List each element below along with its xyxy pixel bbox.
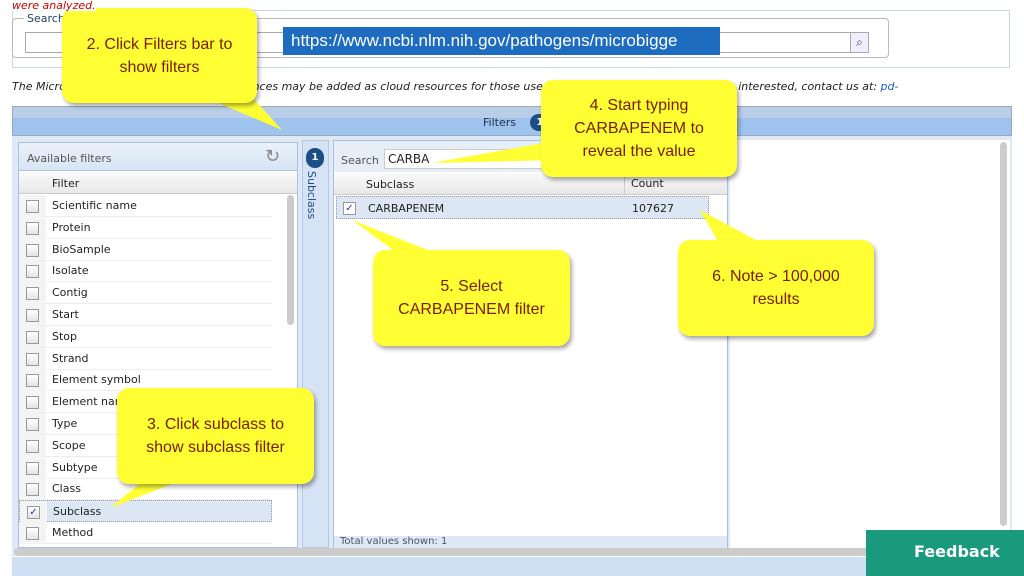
- search-icon: ⌕: [856, 35, 863, 49]
- search-button[interactable]: ⌕: [850, 32, 869, 53]
- info-text-end: are interested, contact us at:: [716, 80, 881, 93]
- filter-checkbox[interactable]: ✓: [27, 506, 40, 520]
- filter-item[interactable]: Strand: [19, 347, 272, 370]
- panel-header: Available filters ↻: [19, 143, 297, 171]
- filter-checkbox[interactable]: [26, 396, 39, 410]
- filter-checkbox[interactable]: [26, 439, 39, 453]
- row-checkbox[interactable]: ✓: [343, 202, 356, 215]
- url-banner: https://www.ncbi.nlm.nih.gov/pathogens/m…: [283, 27, 720, 55]
- filter-item[interactable]: Method: [19, 522, 272, 544]
- info-text-start: The Micro: [12, 80, 66, 93]
- callout-5: 5. Select CARBAPENEM filter: [373, 250, 570, 346]
- filter-label: Type: [52, 417, 78, 430]
- filter-item[interactable]: Protein: [19, 216, 272, 239]
- filter-checkbox[interactable]: [26, 330, 39, 344]
- callout-6: 6. Note > 100,000 results: [678, 240, 874, 336]
- filter-item[interactable]: Contig: [19, 282, 272, 305]
- filter-label: Isolate: [52, 264, 89, 278]
- active-filter-label: Subclass: [305, 171, 318, 220]
- panel-title: Available filters: [27, 152, 112, 165]
- contact-link[interactable]: pd-: [881, 80, 899, 93]
- filter-item[interactable]: BioSample: [19, 238, 272, 261]
- filter-checkbox[interactable]: [26, 483, 39, 497]
- column-label: Filter: [52, 177, 80, 190]
- filter-item[interactable]: Scientific name: [19, 195, 272, 217]
- filter-label: Element symbol: [52, 373, 141, 387]
- info-text-mid: ences may be added as cloud resources fo…: [245, 80, 567, 93]
- filter-label: Subtype: [52, 460, 98, 474]
- table-row[interactable]: ✓ CARBAPENEM 107627: [336, 196, 709, 219]
- filter-label: Stop: [52, 329, 78, 343]
- filter-checkbox[interactable]: [26, 352, 39, 366]
- filter-checkbox[interactable]: [26, 374, 39, 388]
- filter-item[interactable]: Isolate: [19, 260, 272, 283]
- filter-checkbox[interactable]: [26, 287, 39, 301]
- callout-3: 3. Click subclass to show subclass filte…: [117, 388, 314, 484]
- filter-checkbox[interactable]: [26, 309, 39, 322]
- filter-label: Method: [52, 526, 94, 539]
- subclass-search-label: Search: [341, 154, 379, 167]
- filter-label: Protein: [52, 220, 91, 234]
- filter-checkbox[interactable]: [26, 265, 39, 279]
- filter-checkbox[interactable]: [26, 418, 39, 431]
- filter-item[interactable]: ✓ Subclass: [19, 500, 272, 524]
- filter-label: BioSample: [52, 242, 111, 256]
- filter-label: Contig: [52, 286, 88, 300]
- filter-column-header[interactable]: Filter: [19, 172, 297, 194]
- filter-label: Start: [52, 308, 79, 321]
- bottom-bar: [12, 557, 1012, 576]
- available-filters-panel: Available filters ↻ Filter Scientific na…: [18, 142, 298, 548]
- filters-label: Filters: [483, 116, 516, 129]
- feedback-button[interactable]: Feedback: [866, 530, 1024, 576]
- filter-label: Scientific name: [52, 199, 137, 212]
- active-filter-count-badge: 1: [306, 148, 324, 168]
- filter-label: Subclass: [53, 505, 102, 519]
- scrollbar[interactable]: [287, 195, 294, 325]
- filter-item[interactable]: Start: [19, 304, 272, 326]
- filter-item[interactable]: Stop: [19, 325, 272, 348]
- row-subclass: CARBAPENEM: [368, 202, 445, 215]
- filter-checkbox[interactable]: [26, 221, 39, 235]
- callout-2: 2. Click Filters bar to show filters: [62, 8, 257, 103]
- filter-label: Class: [52, 482, 81, 496]
- column-subclass[interactable]: Subclass: [366, 178, 414, 191]
- horizontal-scrollbar[interactable]: [14, 548, 1012, 556]
- row-count: 107627: [632, 202, 674, 215]
- results-area: [730, 140, 1010, 548]
- filters-bar[interactable]: Filters 1: [12, 106, 1012, 136]
- top-note: were analyzed.: [12, 0, 96, 12]
- filter-checkbox[interactable]: [26, 461, 39, 475]
- callout-4: 4. Start typing CARBAPENEM to reveal the…: [541, 80, 737, 177]
- filter-label: Scope: [52, 438, 86, 452]
- filter-checkbox[interactable]: [26, 200, 39, 213]
- filter-checkbox[interactable]: [26, 243, 39, 257]
- refresh-icon[interactable]: ↻: [265, 146, 280, 167]
- scrollbar[interactable]: [1000, 142, 1007, 526]
- active-filter-tab-subclass[interactable]: 1 Subclass: [302, 140, 329, 548]
- filter-label: Strand: [52, 351, 89, 365]
- subclass-footer: Total values shown: 1: [334, 536, 727, 548]
- filter-checkbox[interactable]: [26, 527, 39, 540]
